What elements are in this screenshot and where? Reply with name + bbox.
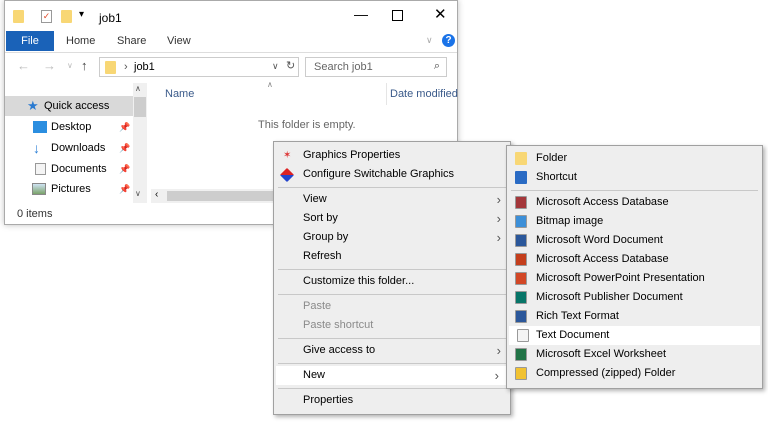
expand-ribbon-icon[interactable]: ∨ [426, 35, 433, 46]
bitmap-icon [515, 215, 527, 228]
back-button[interactable]: ← [17, 58, 30, 73]
download-icon: ↓ [33, 140, 40, 156]
minimize-button[interactable]: — [354, 6, 368, 22]
publisher-icon [515, 291, 527, 304]
breadcrumb-separator: › [124, 61, 128, 73]
address-dropdown-icon[interactable]: ∨ [272, 61, 279, 72]
context-menu: ✶ Graphics Properties Configure Switchabl… [273, 141, 511, 415]
access-icon [515, 196, 527, 209]
search-icon: ⌕ [433, 60, 440, 72]
graphics-icon: ✶ [283, 150, 292, 161]
separator [511, 190, 758, 191]
star-icon: ★ [27, 98, 39, 113]
nav-item-documents[interactable]: Documents 📌 [5, 159, 145, 179]
status-item-count: 0 items [17, 208, 53, 220]
folder-icon [13, 10, 24, 26]
submenu-item-microsoft-excel-worksheet[interactable]: Microsoft Excel Worksheet [507, 345, 762, 364]
pictures-icon [32, 183, 46, 195]
menu-item-graphics-properties[interactable]: ✶ Graphics Properties [274, 146, 510, 165]
properties-quick-icon[interactable]: ✓ [41, 10, 52, 23]
rtf-icon [515, 310, 527, 323]
pin-icon: 📌 [119, 164, 131, 174]
forward-button[interactable]: → [43, 58, 56, 73]
menu-item-configure-switchable-graphics[interactable]: Configure Switchable Graphics [274, 165, 510, 184]
submenu-item-text-document[interactable]: Text Document [509, 326, 760, 345]
pin-icon: 📌 [119, 143, 131, 153]
refresh-icon[interactable]: ↻ [286, 59, 295, 72]
maximize-button[interactable] [392, 10, 403, 21]
column-header-name[interactable]: Name [165, 88, 194, 100]
submenu-item-microsoft-access-database[interactable]: Microsoft Access Database [507, 193, 762, 212]
column-header-date-modified[interactable]: Date modified [390, 88, 458, 100]
search-placeholder: Search job1 [314, 61, 373, 73]
chevron-right-icon: › [494, 368, 499, 383]
submenu-item-shortcut[interactable]: Shortcut [507, 168, 762, 187]
nav-item-downloads[interactable]: ↓ Downloads 📌 [5, 138, 145, 158]
shortcut-icon [515, 171, 527, 184]
menu-item-paste-shortcut: Paste shortcut [303, 319, 374, 331]
menu-item-customize-folder[interactable]: Customize this folder... [274, 272, 510, 291]
help-icon[interactable]: ? [442, 34, 455, 47]
sort-indicator-icon: ∧ [267, 80, 273, 89]
folder-icon [105, 61, 116, 77]
submenu-item-bitmap-image[interactable]: Bitmap image [507, 212, 762, 231]
submenu-item-microsoft-publisher-document[interactable]: Microsoft Publisher Document [507, 288, 762, 307]
chevron-right-icon: › [496, 192, 501, 207]
submenu-item-microsoft-powerpoint-presentation[interactable]: Microsoft PowerPoint Presentation [507, 269, 762, 288]
documents-icon [35, 163, 46, 175]
menu-item-view[interactable]: View › [274, 190, 510, 209]
empty-folder-message: This folder is empty. [258, 119, 356, 131]
submenu-item-microsoft-access-database[interactable]: Microsoft Access Database [507, 250, 762, 269]
nav-item-quick-access[interactable]: ★ Quick access [5, 96, 133, 116]
menu-item-sort-by[interactable]: Sort by › [274, 209, 510, 228]
switchable-graphics-icon [279, 167, 295, 183]
word-icon [515, 234, 527, 247]
tab-home[interactable]: Home [66, 35, 95, 47]
menu-item-refresh[interactable]: Refresh [274, 247, 510, 266]
pin-icon: 📌 [119, 184, 131, 194]
menu-item-properties[interactable]: Properties [274, 391, 510, 410]
menu-item-new[interactable]: New › [276, 366, 508, 385]
nav-item-desktop[interactable]: Desktop 📌 [5, 117, 145, 137]
chevron-right-icon: › [496, 230, 501, 245]
new-submenu: Folder Shortcut Microsoft Access Database B… [506, 145, 763, 389]
recent-locations-button[interactable]: ∨ [67, 61, 73, 70]
access-icon [515, 253, 527, 266]
tab-share[interactable]: Share [117, 35, 146, 47]
submenu-item-compressed-zipped-folder[interactable]: Compressed (zipped) Folder [507, 364, 762, 383]
close-button[interactable]: ✕ [434, 5, 447, 23]
menu-item-give-access-to[interactable]: Give access to › [274, 341, 510, 360]
tab-view[interactable]: View [167, 35, 191, 47]
submenu-item-microsoft-word-document[interactable]: Microsoft Word Document [507, 231, 762, 250]
nav-item-pictures[interactable]: Pictures 📌 [5, 179, 145, 199]
folder-icon [515, 152, 527, 165]
submenu-item-rich-text-format[interactable]: Rich Text Format [507, 307, 762, 326]
address-bar[interactable]: › job1 ∨ ↻ [99, 57, 299, 77]
zip-folder-icon [515, 367, 527, 380]
search-input[interactable]: Search job1 ⌕ [305, 57, 447, 77]
tab-file[interactable]: File [6, 31, 54, 51]
new-folder-quick-icon[interactable] [61, 10, 72, 26]
chevron-right-icon: › [496, 211, 501, 226]
window-title: job1 [99, 11, 122, 25]
up-button[interactable]: ↑ [81, 58, 88, 73]
pin-icon: 📌 [119, 122, 131, 132]
menu-item-paste: Paste [303, 300, 332, 312]
chevron-right-icon: › [496, 343, 501, 358]
menu-item-group-by[interactable]: Group by › [274, 228, 510, 247]
customize-toolbar-icon[interactable]: ▾ [79, 9, 84, 20]
excel-icon [515, 348, 527, 361]
submenu-item-folder[interactable]: Folder [507, 149, 762, 168]
text-document-icon [517, 329, 529, 342]
powerpoint-icon [515, 272, 527, 285]
breadcrumb-job1[interactable]: job1 [134, 61, 155, 73]
desktop-icon [33, 121, 47, 133]
